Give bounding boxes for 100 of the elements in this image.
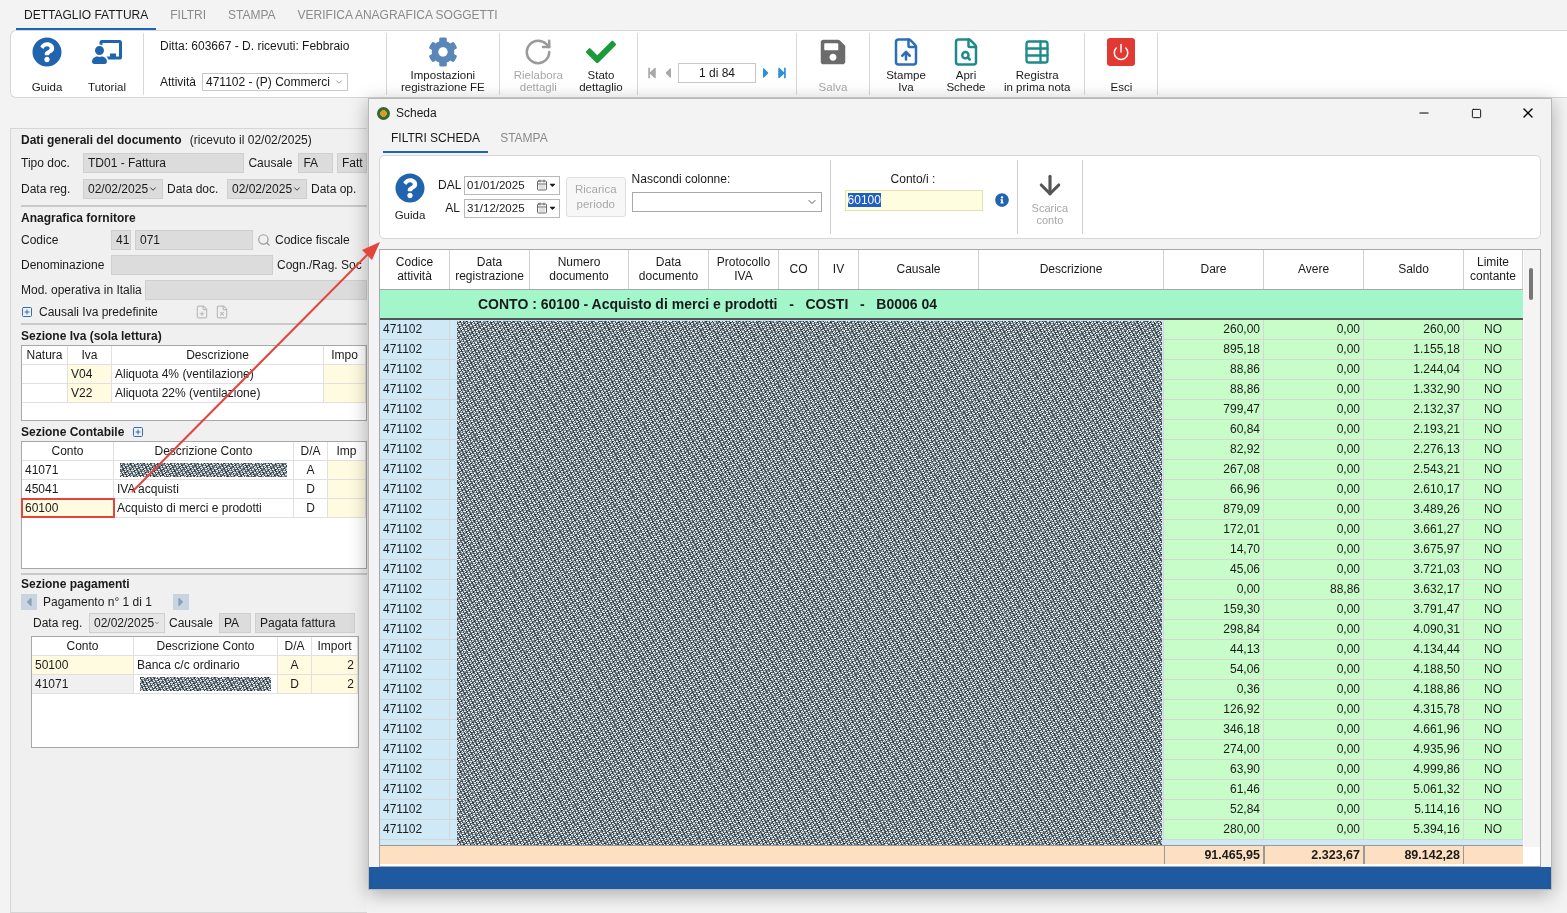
table-cell: 61,46 [1164,779,1264,800]
name-field[interactable] [111,255,273,275]
table-cell: D [278,675,312,693]
last-page-icon[interactable] [775,67,788,79]
table-cell: 1.155,18 [1364,339,1464,360]
section-title: Sezione pagamenti [21,577,131,591]
date-field[interactable]: 01/01/2025 [464,175,560,195]
table-cell: 63,90 [1164,759,1264,780]
table-cell: 4.661,96 [1364,719,1464,740]
maximize-icon [1470,107,1482,119]
help-button[interactable]: Guida [388,170,432,223]
add-document-icon[interactable] [195,305,209,319]
code-prefix-field[interactable]: 41 [111,230,131,250]
table-cell: A [278,656,312,674]
table-cell: 3.661,27 [1364,519,1464,540]
remove-document-icon[interactable] [215,305,229,319]
table-cell: NO [1464,479,1523,500]
column-header: Descrizione [112,346,324,364]
table-cell: 3.791,47 [1364,599,1464,620]
table-cell: NO [1464,459,1523,480]
table-cell: 471102 [380,479,450,500]
first-page-icon[interactable] [645,67,658,79]
table-cell: 471102 [380,539,450,560]
causale-field[interactable]: Pagata fattura [255,613,355,633]
page-field[interactable]: 1 di 84 [677,63,756,83]
field-label: Denominazione [21,258,106,272]
table-cell: 82,92 [1164,439,1264,460]
previous-icon[interactable] [21,594,37,610]
table-cell: 0,00 [1264,559,1364,580]
toolbar-button[interactable]: Registra in prima nota [997,33,1077,95]
table-cell: 0,00 [1264,759,1364,780]
toolbar-button[interactable]: Esci [1093,33,1150,95]
table-cell: 471102 [380,819,450,840]
table-cell: V04 [68,365,112,383]
table-cell: 267,08 [1164,459,1264,480]
column-header: Import [312,637,358,655]
column-header: Imp [328,442,366,460]
next-icon[interactable] [173,594,189,610]
expand-icon[interactable] [132,426,145,438]
search-icon[interactable] [257,233,271,247]
toolbar-button[interactable]: Tutorial [79,33,135,95]
table-cell: 471102 [380,799,450,820]
table-cell: 4.999,86 [1364,759,1464,780]
table-cell: NO [1464,739,1523,760]
toolbar-button[interactable]: Impostazioni registrazione FE [395,33,491,95]
calendar-icon [536,202,548,215]
table-cell: 2 [312,675,358,693]
settings-icon [427,37,458,67]
causale-field[interactable]: Fatt [337,153,367,173]
section-title: Dati generali del documento [21,133,182,147]
table-cell: 2.543,21 [1364,459,1464,480]
table-cell: 471102 [380,379,450,400]
table-cell: 2 [312,656,358,674]
info-icon[interactable] [994,193,1009,208]
table-cell: 4.935,96 [1364,739,1464,760]
toolbar-button[interactable]: Guida [19,33,75,95]
table-cell: 14,70 [1164,539,1264,560]
table-cell: 260,00 [1364,319,1464,340]
tab[interactable]: FILTRI SCHEDA [383,129,489,153]
table-cell: NO [1464,699,1523,720]
causale-code-field[interactable]: FA [298,153,333,173]
window-title: Scheda [396,106,437,120]
table-cell: 52,84 [1164,799,1264,820]
table-cell: 0,00 [1264,359,1364,380]
table-cell: 471102 [380,619,450,640]
code-field[interactable]: 071 [135,230,253,250]
column-header: D/A [294,442,328,460]
date-field[interactable]: 02/02/2025 [83,179,163,199]
table-cell: NO [1464,319,1523,340]
toolbar-button[interactable]: Stampe Iva [877,33,934,95]
document-type-field[interactable]: TD01 - Fattura [83,153,245,173]
table-cell: 3.632,17 [1364,579,1464,600]
column-header: Conto [22,442,114,460]
table-cell: 471102 [380,679,450,700]
field-label: Data op. [311,182,358,196]
expand-icon[interactable] [21,306,33,318]
scrollbar[interactable] [1524,249,1540,847]
toolbar-button[interactable]: Apri Schede [937,33,994,95]
date-field[interactable]: 02/02/2025 [227,179,307,199]
account-input[interactable]: 60100 [844,189,983,211]
address-field[interactable] [145,280,367,300]
date-field[interactable]: 02/02/2025 [89,613,165,633]
field-label: Codice [21,233,60,247]
table-cell: 280,00 [1164,819,1264,840]
table-cell: 88,86 [1164,379,1264,400]
toolbar-button[interactable]: Stato dettaglio [572,33,629,95]
table-cell: 5.394,16 [1364,819,1464,840]
activity-select[interactable]: 471102 - (P) Commerci [202,73,348,91]
table-cell: NO [1464,599,1523,620]
expander-label[interactable]: Causali Iva predefinite [39,305,189,319]
date-field[interactable]: 31/12/2025 [464,198,560,218]
columns-select[interactable] [631,191,822,212]
table-cell: 471102 [380,519,450,540]
table-cell: 274,00 [1164,739,1264,760]
causale-code-field[interactable]: PA [219,613,251,633]
table-cell: 2.276,13 [1364,439,1464,460]
table-cell: 4.188,86 [1364,679,1464,700]
field-label: DAL [438,178,460,193]
presenter-icon [92,37,122,67]
table-cell: 54,06 [1164,659,1264,680]
